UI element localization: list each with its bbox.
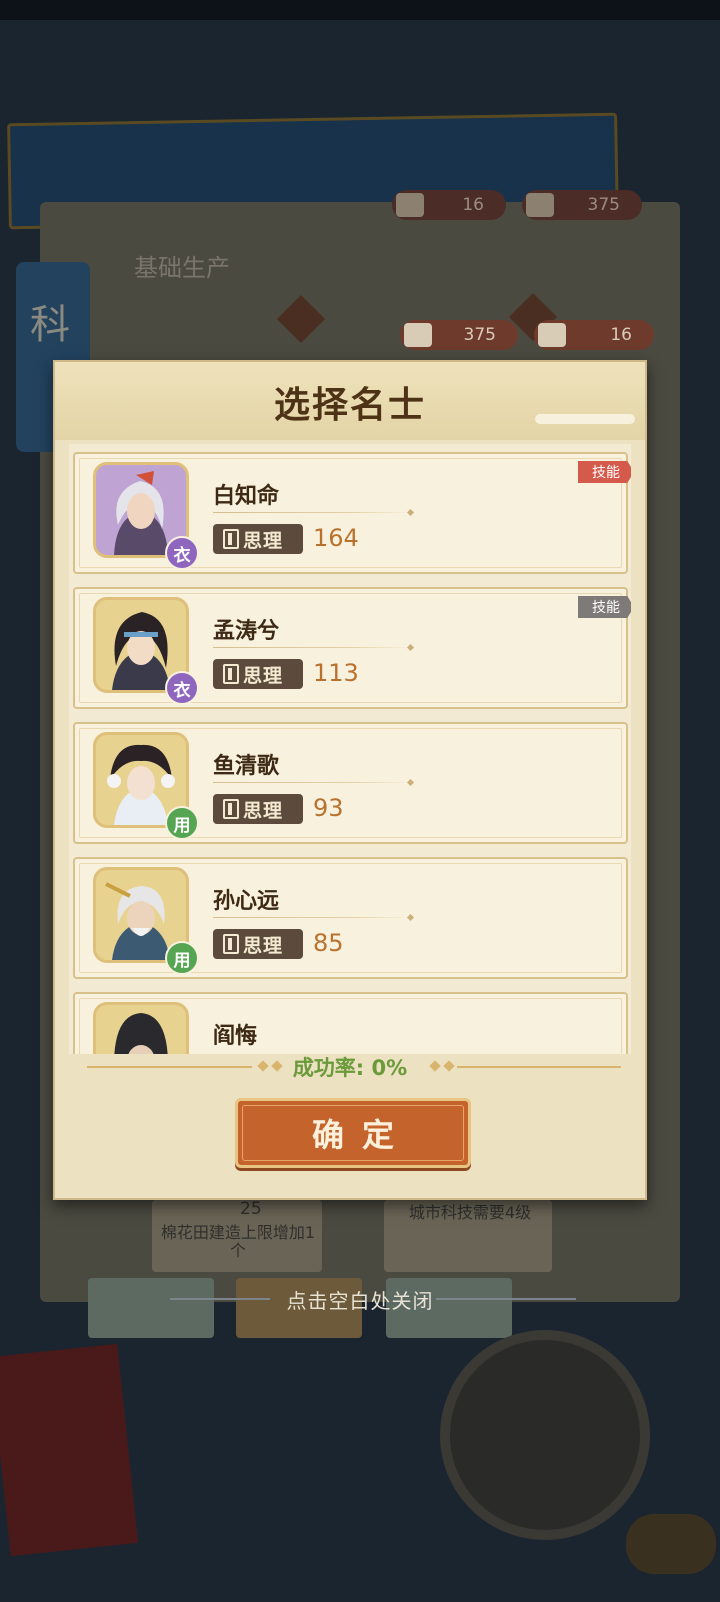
scholar-badge: 衣 [165, 536, 199, 570]
scholar-portrait [93, 1002, 189, 1054]
scholar-name: 孙心远 [213, 889, 280, 914]
dialog-header: 选择名士 [55, 362, 645, 440]
section-title: 基础生产 [134, 254, 230, 282]
divider [213, 647, 413, 648]
attribute-pill: 思理 [213, 524, 303, 554]
skill-tag[interactable]: 技能 [578, 596, 631, 618]
scholar-badge: 用 [165, 806, 199, 840]
resource-wood: 375 [522, 190, 642, 220]
resource-value: 16 [610, 325, 632, 345]
divider [213, 512, 413, 513]
skill-tag[interactable]: 技能 [578, 461, 631, 483]
attribute-pill: 思理 [213, 929, 303, 959]
scholar-card[interactable]: 用 孙心远 思理 85 [73, 857, 628, 979]
resource-cotton: 16 [534, 320, 654, 350]
success-rate: 成功率: 0% [55, 1052, 645, 1082]
bottom-note-left: 棉花田建造上限增加1个 [160, 1223, 316, 1260]
tech-side-tab-label: 科 [30, 302, 70, 348]
scroll-icon [223, 529, 239, 549]
resource-value: 375 [587, 195, 620, 215]
attribute-label: 思理 [243, 934, 284, 957]
attribute-label: 思理 [243, 799, 284, 822]
attribute-value: 113 [313, 659, 359, 687]
background-seal [440, 1330, 650, 1540]
attribute-value: 85 [313, 929, 344, 957]
scholar-badge: 用 [165, 941, 199, 975]
status-bar [0, 0, 720, 20]
select-scholar-dialog: 选择名士 衣 白知命 思理 164 技能 衣 孟涛兮 思理 113 技能 用 鱼… [53, 360, 647, 1200]
resource-wood: 375 [400, 320, 518, 350]
attribute-pill: 思理 [213, 659, 303, 689]
scholar-name: 阎悔 [213, 1024, 258, 1049]
cotton-bundle-icon [396, 193, 424, 217]
scholar-name: 孟涛兮 [213, 619, 280, 644]
scroll-icon [223, 934, 239, 954]
wood-bundle-icon [526, 193, 554, 217]
cotton-bundle-icon [538, 323, 566, 347]
scholar-list[interactable]: 衣 白知命 思理 164 技能 衣 孟涛兮 思理 113 技能 用 鱼清歌 思理… [69, 444, 631, 1054]
wood-bundle-icon [404, 323, 432, 347]
confirm-button-label: 确定 [311, 1116, 412, 1154]
bottom-value: 25 [240, 1199, 262, 1219]
scholar-name: 鱼清歌 [213, 754, 280, 779]
scholar-card[interactable]: 衣 白知命 思理 164 技能 [73, 452, 631, 574]
success-rate-label: 成功率: [292, 1056, 365, 1080]
scholar-card[interactable]: 衣 孟涛兮 思理 113 技能 [73, 587, 631, 709]
header-decoration [535, 414, 635, 424]
scholar-badge: 衣 [165, 671, 199, 705]
divider [213, 782, 413, 783]
scroll-icon [223, 664, 239, 684]
success-rate-value: 0% [371, 1056, 408, 1080]
scroll-icon [223, 799, 239, 819]
attribute-pill: 思理 [213, 794, 303, 824]
scholar-card[interactable]: 用 鱼清歌 思理 93 [73, 722, 628, 844]
attribute-label: 思理 [243, 664, 284, 687]
background-decoration [0, 1343, 139, 1557]
bottom-note-right: 城市科技需要4级 [408, 1203, 532, 1222]
attribute-label: 思理 [243, 529, 284, 552]
close-hint[interactable]: 点击空白处关闭 [0, 1285, 720, 1314]
divider [213, 917, 413, 918]
corner-button[interactable] [626, 1514, 716, 1574]
scholar-card[interactable]: 阎悔 [73, 992, 628, 1054]
attribute-value: 164 [313, 524, 359, 552]
attribute-value: 93 [313, 794, 344, 822]
resource-value: 16 [462, 195, 484, 215]
resource-value: 375 [463, 325, 496, 345]
confirm-button[interactable]: 确定 [235, 1098, 471, 1168]
resource-cotton: 16 [392, 190, 506, 220]
scholar-name: 白知命 [213, 484, 280, 509]
